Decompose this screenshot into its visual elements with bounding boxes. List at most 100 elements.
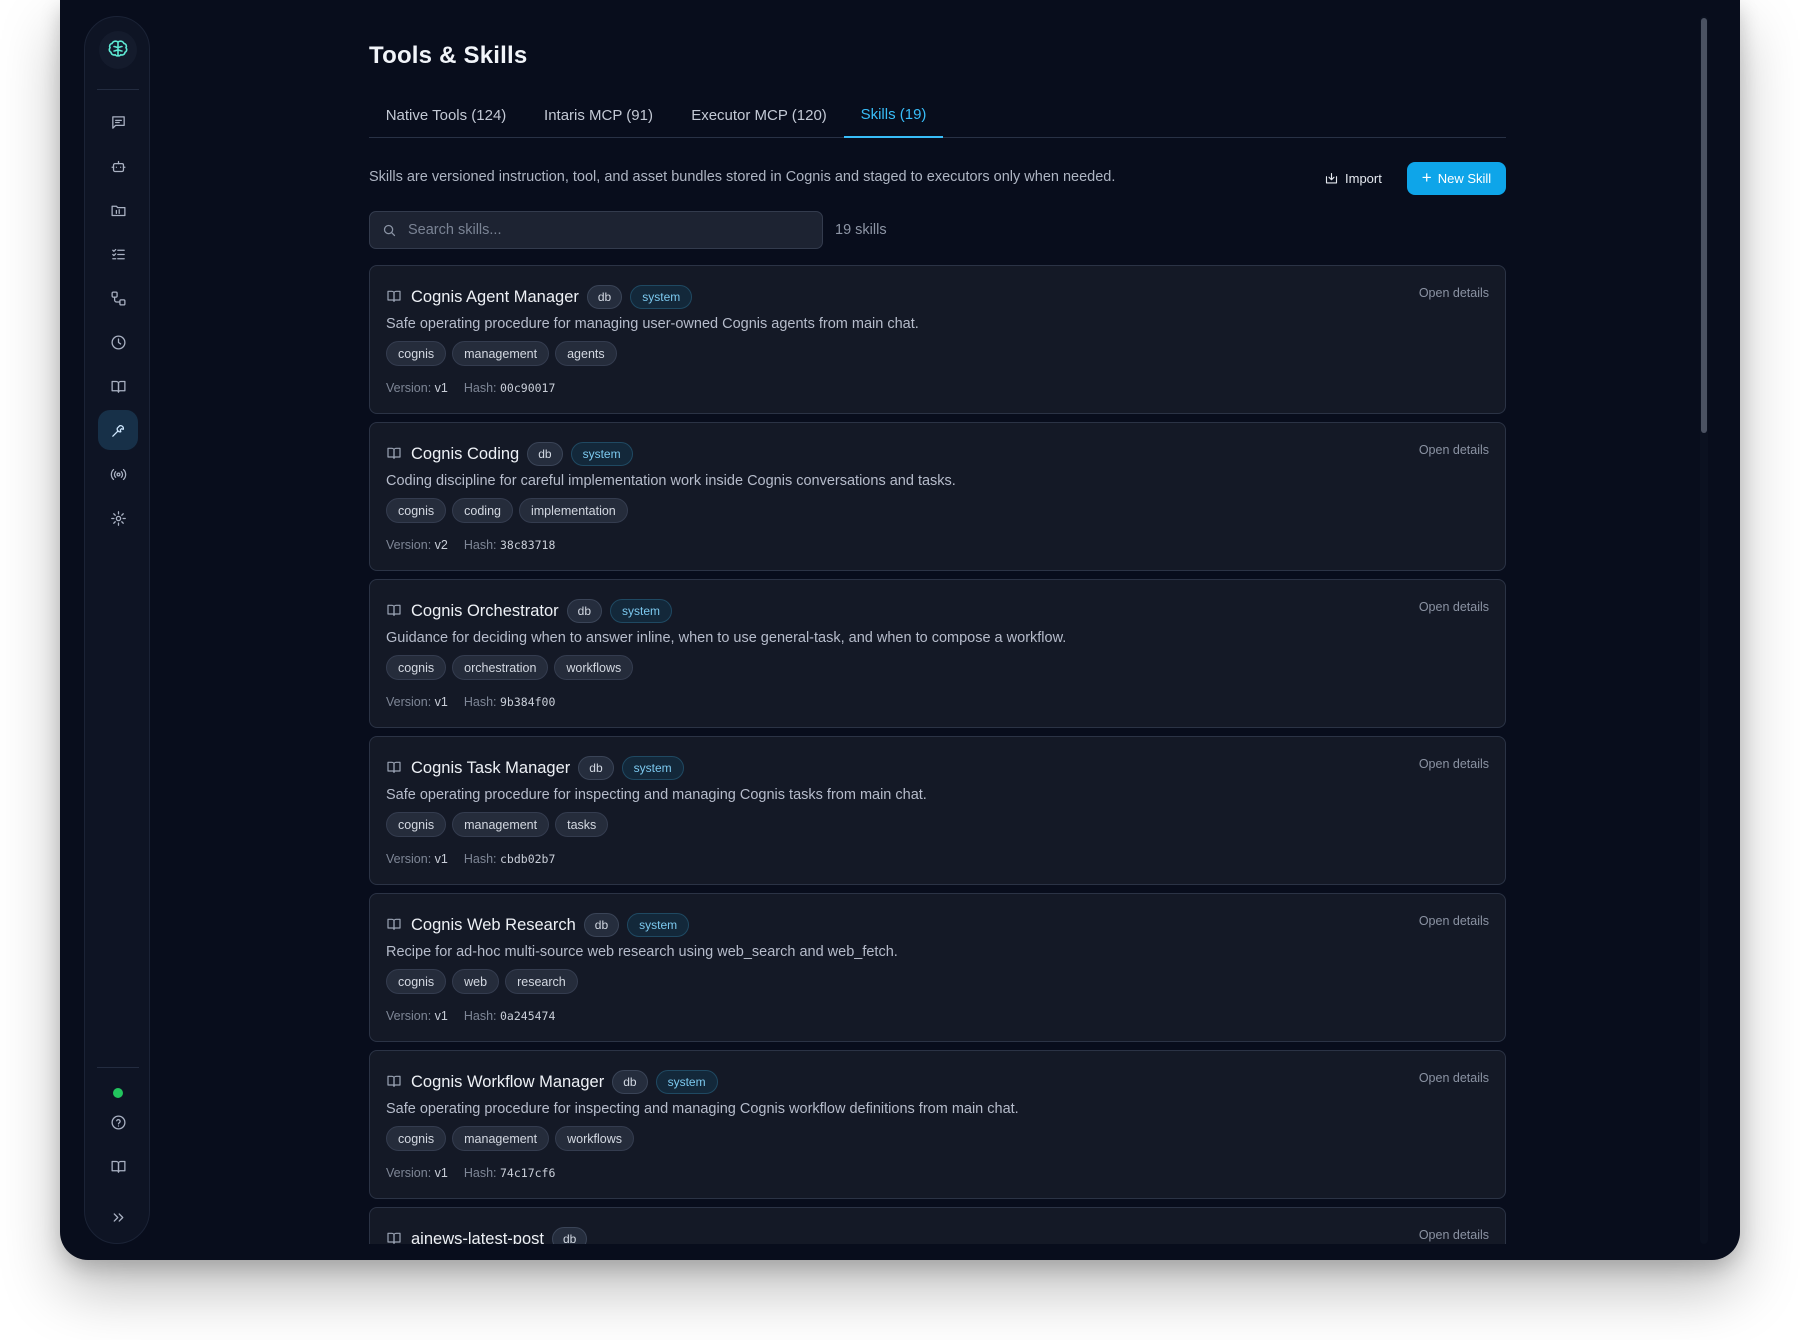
sidebar-item-chat[interactable] bbox=[98, 102, 138, 142]
hash-field: Hash: 74c17cf6 bbox=[464, 1166, 556, 1180]
db-badge: db bbox=[527, 442, 563, 466]
skill-name: ainews-latest-post bbox=[411, 1229, 544, 1245]
db-badge: db bbox=[583, 913, 620, 937]
skill-card[interactable]: Cognis Orchestrator db system Open details G… bbox=[369, 579, 1506, 728]
skill-card[interactable]: Cognis Agent Manager db system Open details… bbox=[369, 265, 1506, 414]
sidebar-item-settings[interactable] bbox=[98, 498, 138, 538]
open-details-link[interactable]: Open details bbox=[1419, 757, 1489, 771]
hash-value: cbdb02b7 bbox=[500, 852, 556, 866]
version-field: Version: v1 bbox=[386, 381, 448, 395]
open-details-link[interactable]: Open details bbox=[1419, 914, 1489, 928]
skill-tags: cognis coding implementation bbox=[386, 498, 628, 523]
system-badge: system bbox=[630, 285, 693, 309]
sidebar-divider bbox=[97, 1067, 139, 1068]
sidebar-divider bbox=[97, 89, 139, 90]
workflow-icon bbox=[110, 290, 126, 306]
skill-description: Safe operating procedure for inspecting … bbox=[386, 787, 927, 803]
skill-tag: implementation bbox=[518, 498, 628, 523]
hash-value: 00c90017 bbox=[500, 381, 556, 395]
skill-description: Coding discipline for careful implementa… bbox=[386, 473, 956, 489]
hash-label: Hash: bbox=[463, 852, 497, 866]
skill-tags: cognis management agents bbox=[386, 341, 617, 366]
import-button[interactable]: Import bbox=[1324, 163, 1394, 193]
new-skill-button[interactable]: + New Skill bbox=[1407, 162, 1506, 195]
skill-tag: cognis bbox=[386, 969, 447, 994]
brain-logo-icon[interactable] bbox=[99, 31, 137, 69]
sidebar-item-channels[interactable] bbox=[98, 454, 138, 494]
clock-icon bbox=[110, 334, 126, 350]
tab-skills[interactable]: Skills (19) bbox=[844, 92, 943, 138]
skill-tag: web bbox=[452, 969, 500, 994]
sidebar-item-files[interactable] bbox=[98, 190, 138, 230]
search-icon bbox=[383, 224, 396, 237]
search-input[interactable] bbox=[408, 212, 808, 248]
skill-card[interactable]: Cognis Task Manager db system Open details S… bbox=[369, 736, 1506, 885]
book-icon bbox=[386, 445, 402, 461]
version-value: v1 bbox=[434, 695, 448, 709]
tab-executor-mcp[interactable]: Executor MCP (120) bbox=[674, 92, 844, 138]
skill-card[interactable]: Cognis Workflow Manager db system Open deta… bbox=[369, 1050, 1506, 1199]
tab-native-tools[interactable]: Native Tools (124) bbox=[369, 92, 523, 138]
skills-count: 19 skills bbox=[835, 222, 887, 238]
skill-tag: research bbox=[505, 969, 578, 994]
sidebar-item-knowledge[interactable] bbox=[98, 366, 138, 406]
main-content: Tools & Skills Native Tools (124) Intari… bbox=[369, 0, 1506, 1244]
skill-card[interactable]: Cognis Web Research db system Open details R… bbox=[369, 893, 1506, 1042]
open-details-link[interactable]: Open details bbox=[1419, 600, 1489, 614]
skill-tag: workflows bbox=[554, 655, 634, 680]
skill-tag: management bbox=[452, 341, 550, 366]
hash-field: Hash: 38c83718 bbox=[464, 538, 556, 552]
sidebar-item-workflows[interactable] bbox=[98, 278, 138, 318]
skill-tag: cognis bbox=[386, 655, 447, 680]
version-value: v1 bbox=[434, 852, 448, 866]
sidebar-item-docs[interactable] bbox=[98, 1146, 138, 1186]
skill-name: Cognis Task Manager bbox=[411, 758, 571, 777]
list-checks-icon bbox=[111, 248, 125, 259]
skill-description: Safe operating procedure for inspecting … bbox=[386, 1101, 1019, 1117]
sidebar-item-help[interactable] bbox=[98, 1102, 138, 1142]
hash-field: Hash: 00c90017 bbox=[464, 381, 556, 395]
skill-tags: cognis management tasks bbox=[386, 812, 609, 837]
open-details-link[interactable]: Open details bbox=[1419, 1071, 1489, 1085]
skill-tag: cognis bbox=[386, 1126, 447, 1151]
skill-tag: tasks bbox=[555, 812, 609, 837]
version-value: v1 bbox=[434, 381, 448, 395]
skill-tags: cognis web research bbox=[386, 969, 578, 994]
scrollbar-thumb[interactable] bbox=[1701, 18, 1707, 433]
skill-tag: cognis bbox=[386, 812, 447, 837]
db-badge: db bbox=[612, 1070, 648, 1094]
book-icon bbox=[386, 1230, 402, 1244]
skill-title-row: Cognis Workflow Manager db system bbox=[411, 1069, 718, 1095]
version-label: Version: bbox=[386, 1009, 432, 1023]
book-icon bbox=[386, 602, 402, 618]
hash-label: Hash: bbox=[463, 695, 497, 709]
skill-name: Cognis Agent Manager bbox=[411, 287, 579, 306]
version-value: v1 bbox=[434, 1166, 448, 1180]
hash-value: 74c17cf6 bbox=[500, 1166, 556, 1180]
sidebar bbox=[84, 16, 150, 1244]
version-label: Version: bbox=[386, 695, 432, 709]
sidebar-item-tools[interactable] bbox=[98, 410, 138, 450]
open-details-link[interactable]: Open details bbox=[1419, 1228, 1489, 1242]
skill-name: Cognis Web Research bbox=[411, 915, 576, 934]
version-value: v1 bbox=[434, 1009, 448, 1023]
open-details-link[interactable]: Open details bbox=[1419, 443, 1489, 457]
open-details-link[interactable]: Open details bbox=[1419, 286, 1489, 300]
skill-description: Guidance for deciding when to answer inl… bbox=[386, 630, 1067, 646]
tab-intaris-mcp[interactable]: Intaris MCP (91) bbox=[523, 92, 674, 138]
sidebar-item-agents[interactable] bbox=[98, 146, 138, 186]
system-badge: system bbox=[610, 599, 673, 623]
skill-card[interactable]: Cognis Coding db system Open details Coding … bbox=[369, 422, 1506, 571]
search-box bbox=[369, 211, 823, 249]
skill-tag: orchestration bbox=[452, 655, 549, 680]
system-badge: system bbox=[627, 913, 690, 937]
skill-tag: workflows bbox=[555, 1126, 634, 1151]
hash-value: 0a245474 bbox=[500, 1009, 556, 1023]
sidebar-expand-button[interactable] bbox=[98, 1197, 138, 1237]
db-badge: db bbox=[566, 599, 602, 623]
sidebar-item-schedules[interactable] bbox=[98, 322, 138, 362]
skill-tag: management bbox=[452, 812, 550, 837]
hash-label: Hash: bbox=[463, 381, 497, 395]
skill-card[interactable]: ainews-latest-post db Open details bbox=[369, 1207, 1506, 1244]
sidebar-item-tasks[interactable] bbox=[98, 234, 138, 274]
